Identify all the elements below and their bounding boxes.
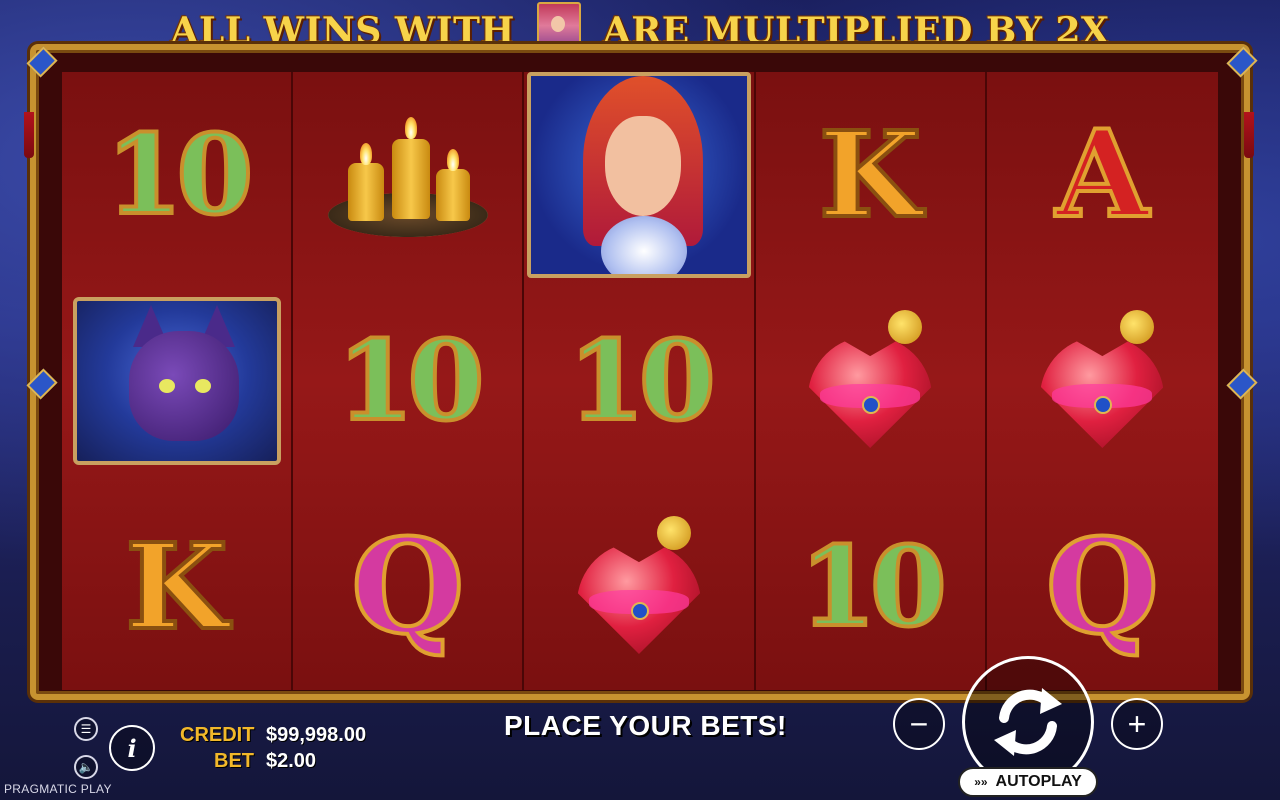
brand-label: PRAGMATIC PLAY: [4, 782, 112, 796]
status-message: PLACE YOUR BETS!: [504, 710, 787, 741]
reel-cell: A: [987, 72, 1218, 278]
reel-cell: 10: [524, 278, 753, 484]
reel-cell: K: [756, 72, 985, 278]
reel-cell: [62, 278, 291, 484]
control-bar: ☰ 🔈 i CREDIT $99,998.00 BET $2.00 PLACE …: [0, 656, 1280, 800]
ten-symbol: 10: [566, 316, 717, 445]
bet-label: BET: [214, 750, 254, 772]
reel-cell: [987, 278, 1218, 484]
reel-5: A Q: [986, 72, 1218, 690]
reel-cell: [293, 72, 522, 278]
reel-cell: [524, 484, 753, 690]
reel-3: 10: [524, 72, 756, 690]
sound-button[interactable]: 🔈: [74, 755, 98, 779]
menu-icon: ☰: [80, 722, 92, 736]
ten-symbol: 10: [335, 316, 486, 445]
reel-cell: [524, 72, 753, 278]
queen-symbol: Q: [1044, 510, 1161, 663]
black-cat-symbol-icon: [72, 297, 281, 465]
reel-cell: Q: [293, 484, 522, 690]
love-potion-symbol-icon: [559, 512, 719, 662]
reel-cell: 10: [293, 278, 522, 484]
bet-value: $2.00: [266, 750, 317, 772]
reel-cell: K: [62, 484, 291, 690]
king-symbol: K: [817, 105, 924, 244]
increase-bet-button[interactable]: +: [1111, 698, 1163, 750]
ace-symbol: A: [1054, 104, 1151, 245]
reel-cell: 10: [62, 72, 291, 278]
decrease-bet-button[interactable]: −: [893, 698, 945, 750]
reel-2: 10 Q: [293, 72, 525, 690]
reel-4: K 10: [755, 72, 987, 690]
menu-button[interactable]: ☰: [74, 717, 98, 741]
info-button[interactable]: i: [109, 725, 155, 771]
info-icon: i: [127, 733, 137, 763]
reel-1: 10 K: [62, 72, 294, 690]
reel-cell: 10: [756, 484, 985, 690]
minus-icon: −: [909, 706, 929, 742]
credit-label: CREDIT: [180, 724, 255, 746]
tassel-decoration: [24, 112, 34, 158]
gypsy-wild-symbol-icon: [526, 72, 751, 278]
candles-symbol-icon: [327, 105, 488, 245]
tassel-decoration: [1244, 112, 1254, 158]
king-symbol: K: [123, 517, 230, 656]
sound-icon: 🔈: [78, 760, 94, 774]
fast-forward-icon: »»: [974, 775, 988, 789]
love-potion-symbol-icon: [790, 306, 950, 456]
plus-icon: +: [1127, 706, 1147, 742]
autoplay-button[interactable]: »» AUTOPLAY: [958, 767, 1098, 797]
credit-value: $99,998.00: [266, 724, 367, 746]
love-potion-symbol-icon: [1022, 306, 1182, 456]
queen-symbol: Q: [349, 510, 466, 663]
ten-symbol: 10: [104, 110, 255, 239]
spin-icon: [994, 688, 1062, 756]
ten-symbol: 10: [798, 522, 949, 651]
autoplay-label: AUTOPLAY: [995, 773, 1082, 790]
reel-cell: [756, 278, 985, 484]
reel-grid: 10 K 10 Q 10 K 10 A Q: [62, 72, 1218, 690]
